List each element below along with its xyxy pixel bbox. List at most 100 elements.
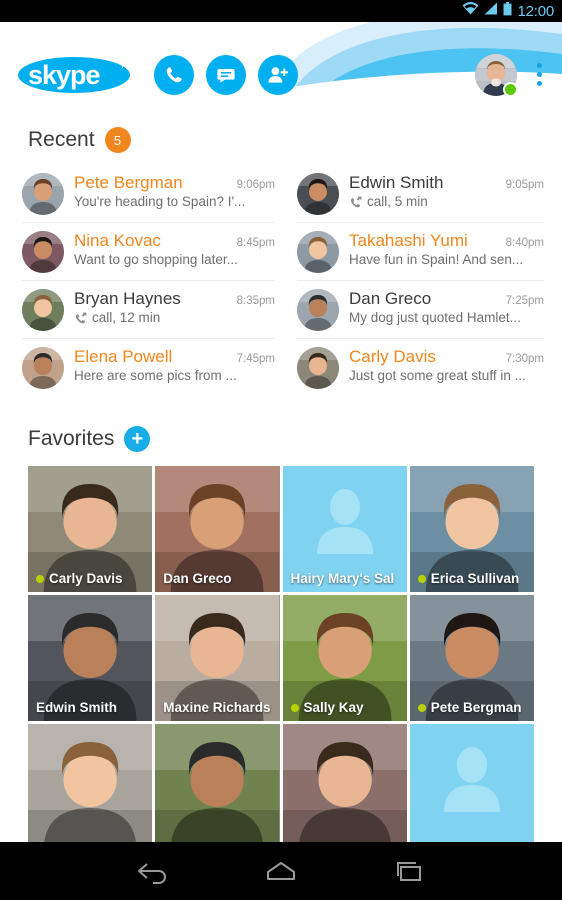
favorite-tile[interactable]: Sally Kay — [282, 595, 407, 721]
recent-list-item[interactable]: Pete Bergman 9:06pm You're heading to Spai… — [22, 165, 275, 223]
person-placeholder-icon — [443, 747, 500, 813]
status-badge — [503, 81, 518, 97]
favorite-tile[interactable]: Erica Sullivan — [409, 466, 534, 592]
contact-photo — [155, 724, 280, 850]
home-icon — [267, 862, 295, 880]
favorite-tile[interactable]: Maxine Richards — [155, 595, 280, 721]
favorites-title: Favorites — [28, 427, 115, 450]
favorite-tile[interactable]: Dan Greco — [155, 466, 280, 592]
back-button[interactable] — [136, 858, 170, 884]
recent-section-header: Recent 5 — [0, 127, 562, 153]
contact-avatar — [297, 289, 339, 331]
contact-avatar — [297, 173, 339, 215]
timestamp: 7:25pm — [505, 295, 544, 307]
recent-list-item[interactable]: Takahashi Yumi 8:40pm Have fun in Spain! A… — [297, 223, 544, 281]
timestamp: 8:40pm — [505, 237, 544, 249]
presence-dot — [36, 574, 44, 583]
recent-item-header: Bryan Haynes 8:35pm — [74, 289, 275, 309]
presence-dot — [417, 703, 426, 712]
contact-name: Pete Bergman — [430, 700, 522, 715]
contact-name: Sally Kay — [303, 700, 364, 715]
recent-list-item[interactable]: Carly Davis 7:30pm Just got some great stu… — [297, 339, 544, 396]
favorite-tile[interactable]: Edwin Smith — [28, 595, 153, 721]
recent-item-body: Pete Bergman 9:06pm You're heading to Spai… — [74, 173, 275, 209]
cellular-signal-icon — [484, 2, 498, 20]
contact-photo — [282, 724, 407, 850]
battery-icon — [503, 1, 512, 21]
add-contact-button[interactable] — [258, 54, 298, 95]
recent-apps-icon — [397, 862, 421, 881]
favorite-tile[interactable]: Pete Bergman — [409, 595, 534, 721]
recent-list-item[interactable]: Dan Greco 7:25pm My dog just quoted Hamlet… — [297, 281, 544, 339]
favorite-tile-label: Dan Greco — [155, 571, 279, 586]
favorite-tile-label: Hairy Mary's Sal — [283, 571, 407, 586]
presence-dot — [290, 703, 299, 712]
android-nav-bar — [0, 842, 562, 900]
add-favorite-button[interactable]: + — [124, 426, 151, 452]
home-button[interactable] — [264, 858, 298, 884]
favorite-tile[interactable] — [28, 724, 153, 850]
overflow-dot — [537, 81, 542, 86]
favorite-tile-label: Maxine Richards — [155, 700, 279, 715]
timestamp: 8:35pm — [236, 295, 275, 307]
preview-text: Have fun in Spain! And sen... — [349, 252, 524, 267]
favorites-grid: Carly Davis Dan Greco Hairy Mary's Sal Eric… — [0, 466, 562, 850]
timestamp: 7:45pm — [236, 353, 275, 365]
presence-dot — [417, 574, 426, 583]
message-preview: You're heading to Spain? I'... — [74, 194, 275, 209]
chat-button[interactable] — [206, 54, 246, 95]
contact-name: Elena Powell — [74, 347, 173, 366]
favorite-tile[interactable] — [155, 724, 280, 850]
preview-text: Here are some pics from ... — [74, 368, 237, 383]
avatar[interactable] — [475, 53, 518, 97]
recent-list-item[interactable]: Elena Powell 7:45pm Here are some pics fro… — [22, 339, 275, 396]
favorite-tile[interactable]: Hairy Mary's Sal — [282, 466, 407, 592]
timestamp: 9:06pm — [236, 179, 275, 191]
recent-item-header: Nina Kovac 8:45pm — [74, 231, 275, 251]
recent-item-body: Dan Greco 7:25pm My dog just quoted Hamlet… — [349, 289, 544, 325]
contact-name: Carly Davis — [49, 571, 123, 586]
preview-text: Want to go shopping later... — [74, 252, 238, 267]
call-button[interactable] — [154, 54, 194, 95]
recent-list: Pete Bergman 9:06pm You're heading to Spai… — [0, 165, 562, 396]
svg-text:skype: skype — [28, 60, 101, 90]
recent-item-header: Edwin Smith 9:05pm — [349, 173, 544, 193]
recent-item-body: Nina Kovac 8:45pm Want to go shopping late… — [74, 231, 275, 267]
overflow-dot — [537, 72, 542, 77]
favorite-tile[interactable]: Carly Davis — [28, 466, 153, 592]
favorite-tile[interactable] — [409, 724, 534, 850]
preview-text: My dog just quoted Hamlet... — [349, 310, 521, 325]
overflow-menu-icon[interactable] — [531, 59, 548, 90]
recent-list-item[interactable]: Edwin Smith 9:05pm call, 5 min — [297, 165, 544, 223]
contact-avatar — [297, 231, 339, 273]
favorite-tile-label: Carly Davis — [28, 571, 152, 586]
contact-avatar — [297, 347, 339, 389]
back-arrow-icon — [138, 863, 166, 884]
timestamp: 7:30pm — [505, 353, 544, 365]
recent-item-body: Carly Davis 7:30pm Just got some great stu… — [349, 347, 544, 383]
recent-item-body: Bryan Haynes 8:35pm call, 12 min — [74, 289, 275, 325]
contact-name: Hairy Mary's Sal — [290, 571, 395, 586]
recent-item-body: Edwin Smith 9:05pm call, 5 min — [349, 173, 544, 209]
recent-list-item[interactable]: Nina Kovac 8:45pm Want to go shopping late… — [22, 223, 275, 281]
phone-icon — [166, 66, 182, 82]
recent-item-header: Takahashi Yumi 8:40pm — [349, 231, 544, 251]
call-arrow-icon — [350, 196, 362, 207]
preview-text: call, 12 min — [92, 310, 161, 325]
contact-avatar — [22, 347, 64, 389]
recent-list-item[interactable]: Bryan Haynes 8:35pm call, 12 min — [22, 281, 275, 339]
page-title: Recent — [28, 128, 95, 151]
android-status-bar: 12:00 — [0, 0, 562, 22]
favorite-tile[interactable] — [282, 724, 407, 850]
timestamp: 9:05pm — [505, 179, 544, 191]
recents-button[interactable] — [392, 858, 426, 884]
call-summary: call, 5 min — [349, 194, 544, 209]
favorite-tile-label: Edwin Smith — [28, 700, 152, 715]
contact-name: Maxine Richards — [163, 700, 271, 715]
recent-item-header: Dan Greco 7:25pm — [349, 289, 544, 309]
recent-item-body: Elena Powell 7:45pm Here are some pics fro… — [74, 347, 275, 383]
wifi-icon — [462, 2, 479, 20]
timestamp: 8:45pm — [236, 237, 275, 249]
favorite-tile-label: Sally Kay — [283, 700, 407, 715]
header-profile-area — [475, 53, 548, 97]
